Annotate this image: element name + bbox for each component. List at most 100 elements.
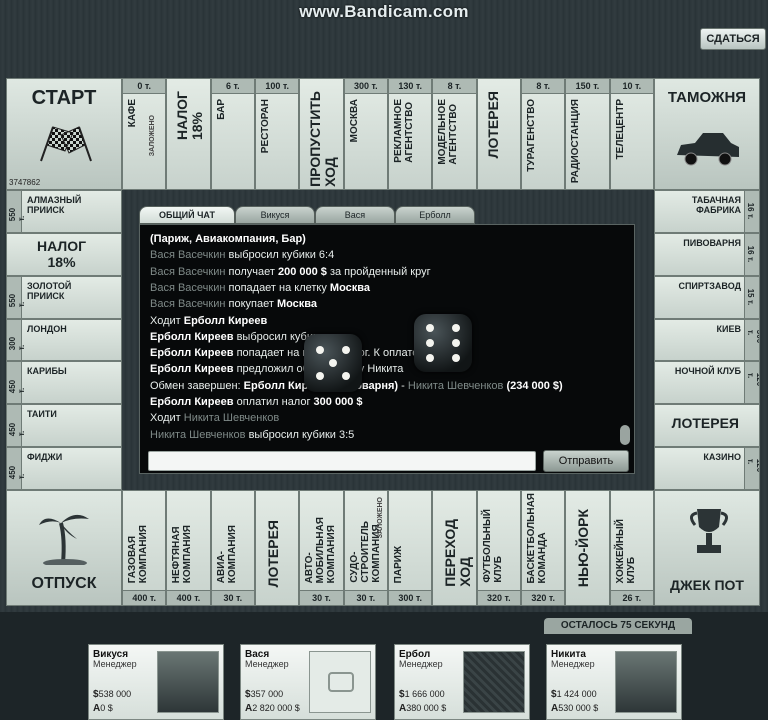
- bottom-cell-8[interactable]: 320 т. ФУТБОЛЬНЫЙ КЛУБ: [476, 490, 521, 606]
- chat-message: Вася Васечкин выбросил кубики 6:4: [150, 249, 334, 261]
- corner-jackpot[interactable]: ДЖЕК ПОТ: [654, 490, 760, 606]
- chat-scrollbar[interactable]: [620, 425, 630, 445]
- bottom-cell-5[interactable]: 30 т. СУДО- СТРОИТЕЛЬ КОМПАНИЯ ЗАЛОЖЕНО: [343, 490, 388, 606]
- top-cell-11[interactable]: 10 т. ТЕЛЕЦЕНТР: [609, 78, 654, 190]
- top-cell-0[interactable]: 0 т. КАФЕ ЗАЛОЖЕНО: [122, 78, 167, 190]
- top-cell-9[interactable]: 8 т. ТУРАГЕНСТВО: [521, 78, 566, 190]
- bottom-cell-1[interactable]: 400 т. НЕФТЯНАЯ КОМПАНИЯ: [166, 490, 211, 606]
- bottom-cell-9[interactable]: 320 т. БАСКЕТБОЛЬНАЯ КОМАНДА: [521, 490, 566, 606]
- bottom-cell-2[interactable]: 30 т. АВИА- КОМПАНИЯ: [210, 490, 255, 606]
- top-cell-price: 150 т.: [566, 79, 609, 94]
- bottom-cell-name: НЕФТЯНАЯ КОМПАНИЯ: [171, 524, 194, 583]
- chat-log[interactable]: Отправить (Париж, Авиакомпания, Бар) Вася…: [139, 224, 635, 474]
- player-money: $357 000: [245, 689, 283, 700]
- top-cell-name: ТЕЛЕЦЕНТР: [614, 99, 626, 160]
- top-cell-price: 8 т.: [433, 79, 476, 94]
- player-money: $1 424 000: [551, 689, 597, 700]
- right-cell-name: ТАБАЧНАЯ ФАБРИКА: [691, 195, 741, 215]
- top-cell-8[interactable]: ЛОТЕРЕЯ: [476, 78, 521, 190]
- bottom-cell-3[interactable]: ЛОТЕРЕЯ: [255, 490, 300, 606]
- left-cell-6[interactable]: 450 т. ФИДЖИ: [6, 447, 122, 490]
- chat-message-part: за пройденный круг: [326, 265, 431, 278]
- bottom-cell-price: 26 т.: [610, 590, 653, 605]
- corner-start[interactable]: СТАРТ 3747862: [6, 78, 122, 190]
- trophy-icon: [687, 505, 731, 557]
- bottom-cell-0[interactable]: 400 т. ГАЗОВАЯ КОМПАНИЯ: [122, 490, 167, 606]
- top-cell-4[interactable]: ПРОПУСТИТЬ ХОД: [299, 78, 344, 190]
- left-cell-name: ТАИТИ: [27, 409, 57, 420]
- right-cell-5[interactable]: ЛОТЕРЕЯ: [654, 404, 760, 448]
- left-cell-price: 450 т.: [7, 405, 26, 447]
- die-pip: [342, 346, 350, 354]
- chat-message: Никита Шевченков выбросил кубики 3:5: [150, 429, 354, 441]
- corner-start-label: СТАРТ: [31, 87, 97, 109]
- left-cell-price: 450 т.: [7, 362, 26, 404]
- left-cell-1[interactable]: НАЛОГ 18%: [6, 232, 122, 276]
- right-cell-name: СПИРТЗАВОД: [678, 280, 741, 291]
- right-cell-price: 120 т.: [744, 448, 759, 489]
- chat-input[interactable]: [148, 451, 536, 471]
- tab-general-chat[interactable]: ОБЩИЙ ЧАТ: [139, 206, 235, 224]
- left-cell-0[interactable]: 550 т. АЛМАЗНЫЙ ПРИИСК: [6, 190, 122, 233]
- left-cell-5[interactable]: 450 т. ТАИТИ: [6, 404, 122, 448]
- watermark: www.Bandicam.com: [299, 2, 469, 21]
- top-cell-1[interactable]: НАЛОГ 18%: [166, 78, 211, 190]
- player-card[interactable]: Никита Менеджер $1 424 000 A530 000 $: [546, 644, 682, 720]
- right-cell-name: НОЧНОЙ КЛУБ: [674, 366, 741, 377]
- left-cell-price: 300 т.: [7, 319, 26, 361]
- start-counter: 3747862: [9, 178, 41, 187]
- top-cell-price: 6 т.: [211, 79, 254, 94]
- top-cell-2[interactable]: 6 т. БАР: [210, 78, 255, 190]
- bottom-cell-11[interactable]: 26 т. ХОККЕЙНЫЙ КЛУБ: [609, 490, 654, 606]
- chat-message-part: Ерболл Киреев: [150, 396, 234, 408]
- bottom-cell-6[interactable]: 300 т. ПАРИЖ: [388, 490, 433, 606]
- player-card[interactable]: Ербол Менеджер $1 666 000 A380 000 $: [394, 644, 530, 720]
- bottom-cell-name: ЛОТЕРЕЯ: [265, 519, 281, 587]
- player-card[interactable]: Вася Менеджер $357 000 A2 820 000 $: [240, 644, 376, 720]
- top-cell-10[interactable]: 150 т. РАДИОСТАНЦИЯ: [565, 78, 610, 190]
- die-pip: [426, 354, 434, 362]
- right-cell-0[interactable]: 16 т. ТАБАЧНАЯ ФАБРИКА: [654, 190, 760, 233]
- corner-customs[interactable]: ТАМОЖНЯ: [654, 78, 760, 190]
- right-cell-4[interactable]: 120 т. НОЧНОЙ КЛУБ: [654, 361, 760, 405]
- bottom-cell-10[interactable]: НЬЮ-ЙОРК: [565, 490, 610, 606]
- left-cell-4[interactable]: 450 т. КАРИБЫ: [6, 361, 122, 405]
- chat-message-part: Ерболл Киреев: [150, 347, 234, 360]
- surrender-button[interactable]: СДАТЬСЯ: [700, 28, 766, 50]
- player-card[interactable]: Викуся Менеджер $538 000 A0 $: [88, 644, 224, 720]
- game-screen: www.Bandicam.com СДАТЬСЯ СТАРТ 3747862 Т…: [0, 0, 768, 720]
- top-cell-price: 130 т.: [389, 79, 432, 94]
- player-assets-value: 0 $: [100, 703, 113, 713]
- top-cell-name: КАФЕ: [127, 99, 138, 128]
- top-cell-7[interactable]: 8 т. МОДЕЛЬНОЕ АГЕНТСТВО: [432, 78, 477, 190]
- right-cell-6[interactable]: 120 т. КАЗИНО: [654, 447, 760, 490]
- top-cell-6[interactable]: 130 т. РЕКЛАМНОЕ АГЕНТСТВО: [388, 78, 433, 190]
- tab-vikusya[interactable]: Викуся: [235, 206, 315, 224]
- left-cell-3[interactable]: 300 т. ЛОНДОН: [6, 318, 122, 362]
- bottom-cell-7[interactable]: ПЕРЕХОД ХОД: [432, 490, 477, 606]
- bottom-cell-price: 320 т.: [477, 590, 520, 605]
- tab-vasya[interactable]: Вася: [315, 206, 395, 224]
- chat-message: Вася Васечкин покупает Москва: [150, 298, 317, 310]
- right-cell-2[interactable]: 15 т. СПИРТЗАВОД: [654, 275, 760, 319]
- right-cell-price-text: 120 т.: [746, 372, 760, 386]
- send-button[interactable]: Отправить: [543, 450, 629, 472]
- right-cell-3[interactable]: 300 т. КИЕВ: [654, 318, 760, 362]
- right-cell-1[interactable]: 16 т. ПИВОВАРНЯ: [654, 232, 760, 276]
- bottom-cell-4[interactable]: 30 т. АВТО- МОБИЛЬНАЯ КОМПАНИЯ: [299, 490, 344, 606]
- tab-erbol[interactable]: Ерболл: [395, 206, 475, 224]
- chat-message: (Париж, Авиакомпания, Бар): [150, 233, 306, 245]
- top-cell-price: 0 т.: [123, 79, 166, 94]
- die-pip: [452, 324, 460, 332]
- player-assets-value: 380 000 $: [406, 703, 447, 713]
- top-cell-5[interactable]: 300 т. МОСКВА: [343, 78, 388, 190]
- player-role: Менеджер: [93, 659, 137, 669]
- chat-message-part: получает: [228, 265, 278, 278]
- top-cell-3[interactable]: 100 т. РЕСТОРАН: [255, 78, 300, 190]
- player-assets-value: 530 000 $: [558, 703, 599, 713]
- chat-message-part: выбросил кубики 6:4: [228, 249, 335, 262]
- top-cell-name: ПРОПУСТИТЬ ХОД: [307, 91, 339, 187]
- corner-vacation[interactable]: ОТПУСК: [6, 490, 122, 606]
- left-cell-2[interactable]: 550 т. ЗОЛОТОЙ ПРИИСК: [6, 275, 122, 319]
- top-cell-name: ЛОТЕРЕЯ: [484, 91, 501, 159]
